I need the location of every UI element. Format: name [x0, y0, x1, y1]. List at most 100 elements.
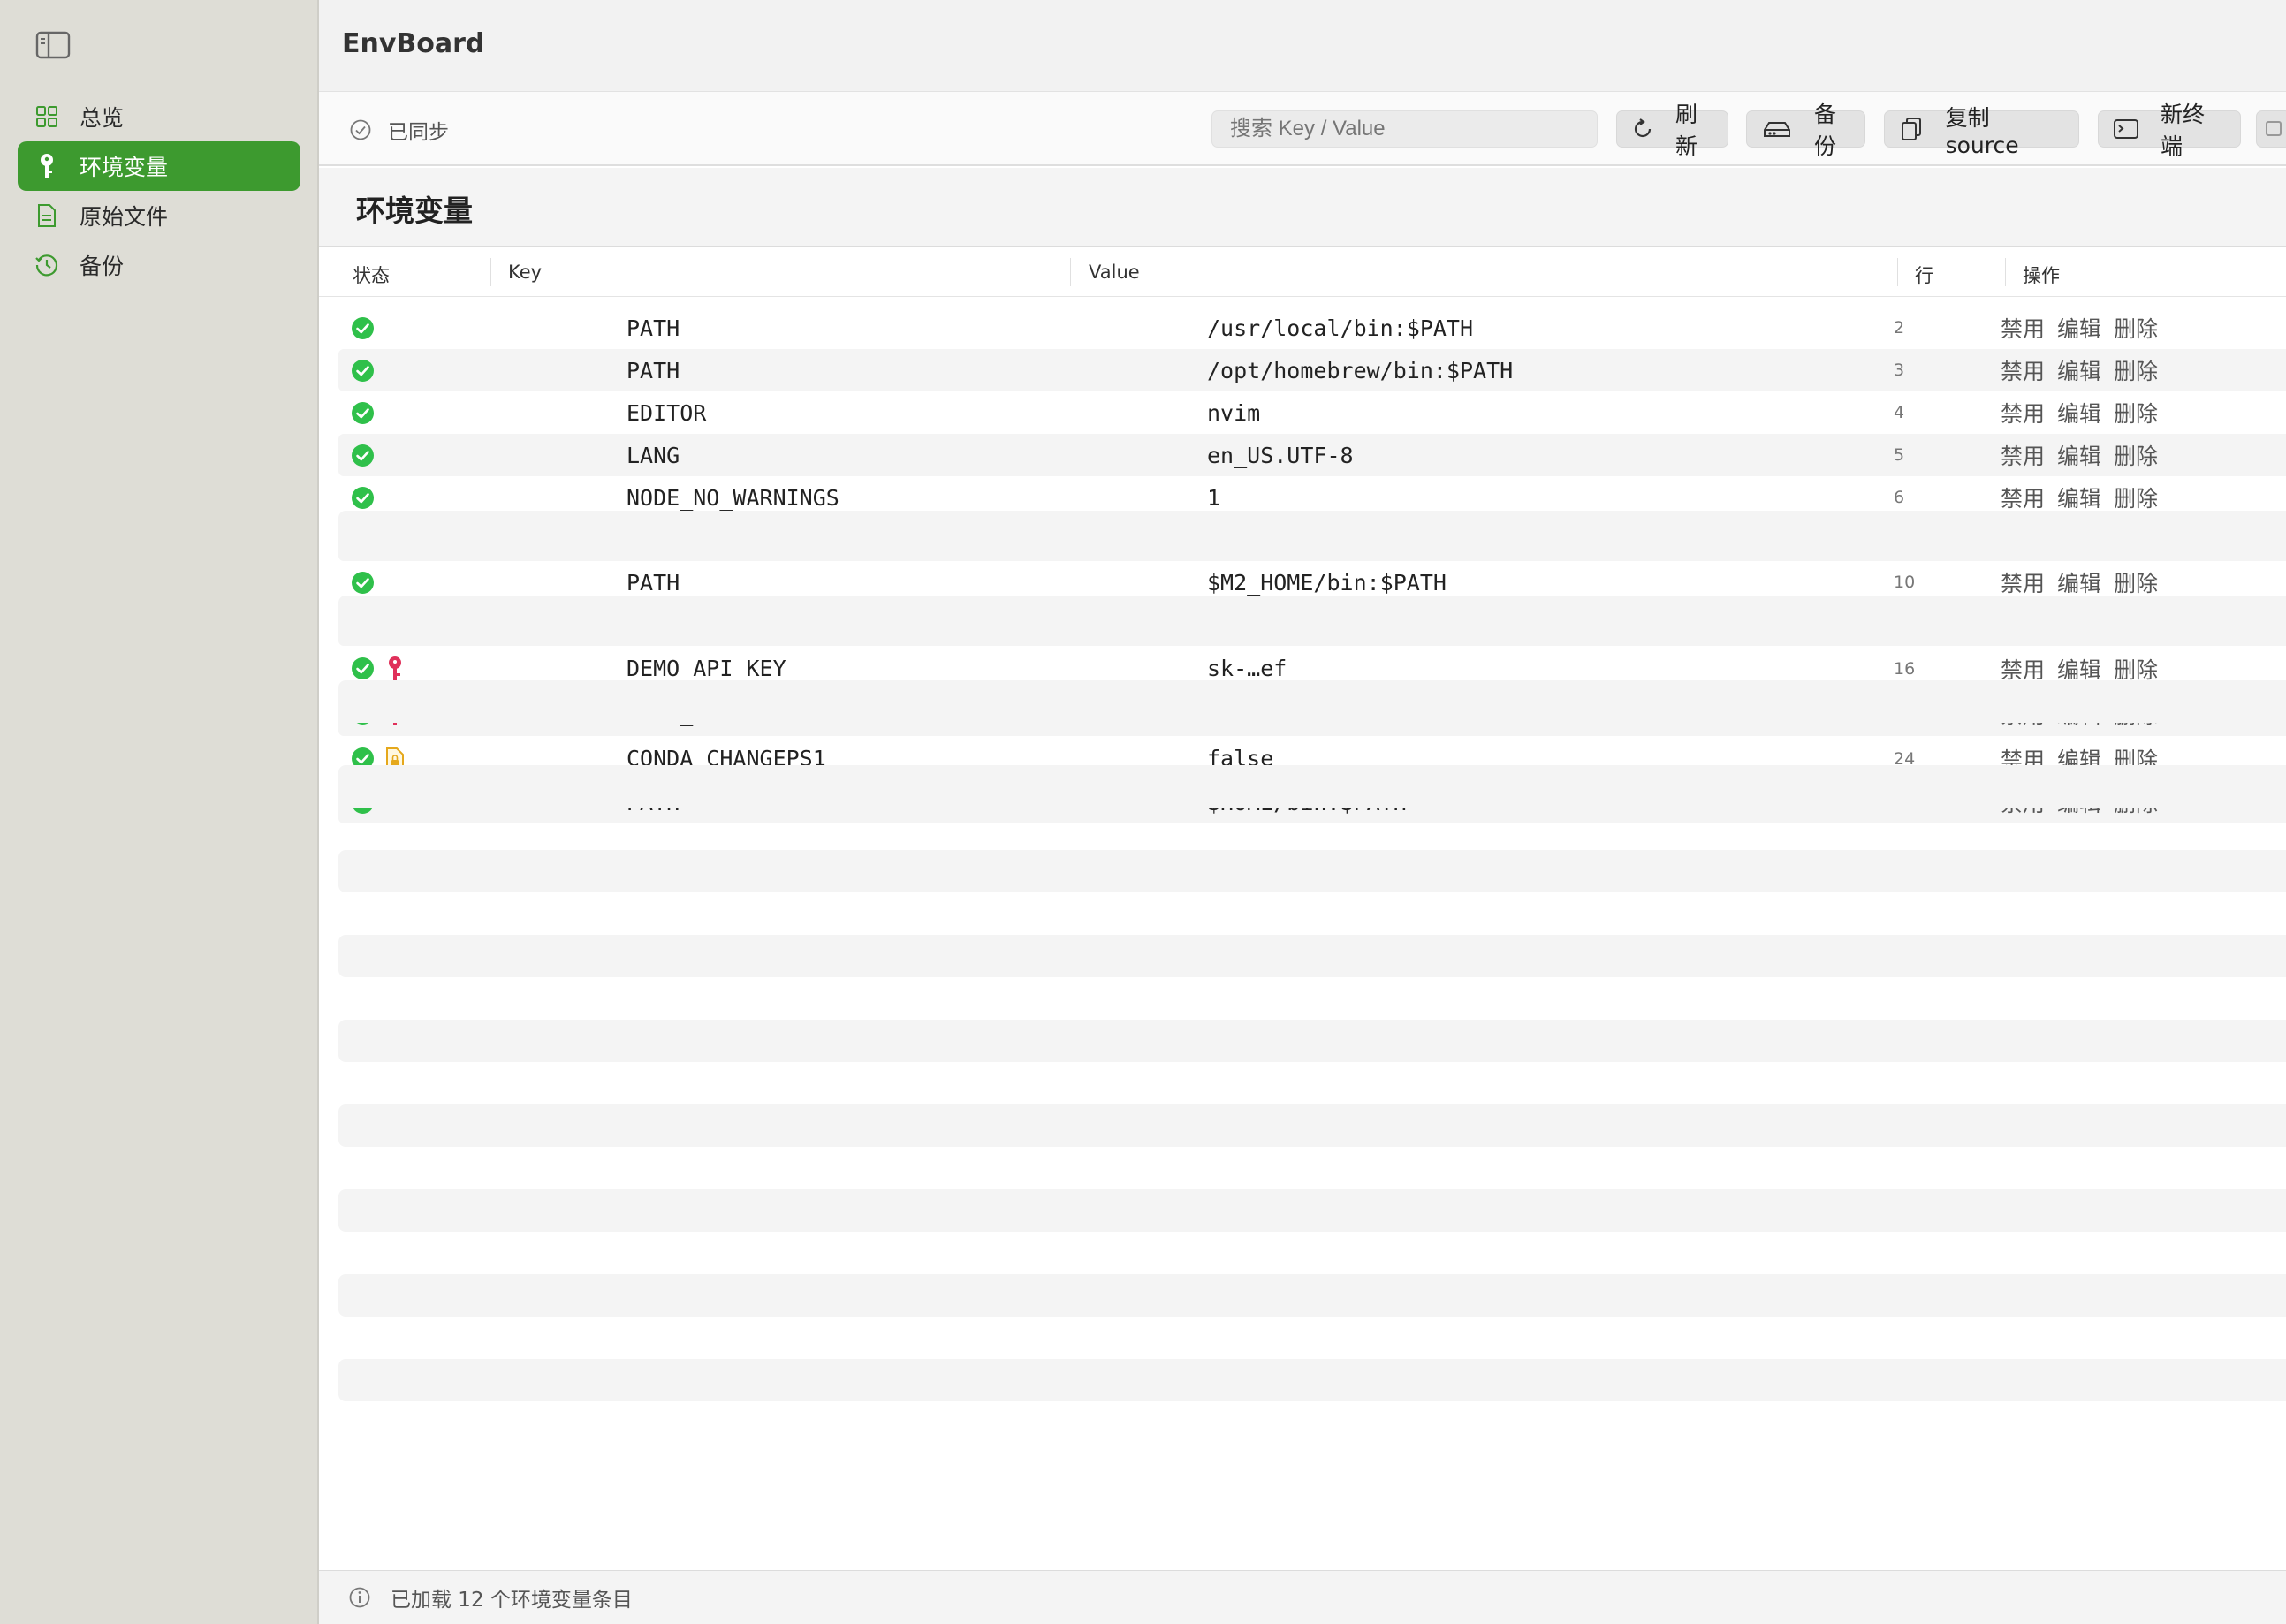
- toggle-button[interactable]: 禁用: [2001, 354, 2045, 386]
- edit-button[interactable]: 编辑: [2057, 482, 2101, 513]
- row-actions: 禁用编辑删除: [2001, 391, 2170, 434]
- empty-row: [338, 1020, 2286, 1062]
- share-icon: [2264, 115, 2285, 143]
- section-title: 环境变量: [356, 194, 473, 228]
- column-header-ops[interactable]: 操作: [2023, 262, 2060, 288]
- status-bar: 已加载 12 个环境变量条目: [319, 1570, 2286, 1624]
- edit-button[interactable]: 编辑: [2057, 354, 2101, 386]
- enabled-check-icon: [351, 359, 375, 383]
- copy-icon: [1899, 116, 1925, 142]
- edit-button[interactable]: 编辑: [2057, 439, 2101, 471]
- main-content: EnvBoard 已同步 搜索 Key / Value 刷新 备份 复制 sou…: [319, 0, 2286, 1624]
- enabled-check-icon: [351, 401, 375, 425]
- toolbar: 已同步 刷新: [319, 92, 2286, 166]
- app-title: EnvBoard: [342, 28, 485, 59]
- sidebar-item-label: 总览: [80, 105, 125, 131]
- sidebar-nav: 总览 环境变量 原始文件 备份: [18, 92, 300, 290]
- row-key: LANG: [627, 442, 680, 468]
- empty-row: [338, 1104, 2286, 1147]
- empty-row: [338, 935, 2286, 977]
- row-line-number: 2: [1894, 318, 1905, 338]
- sidebar-toggle-icon[interactable]: [35, 30, 72, 60]
- toggle-button[interactable]: 禁用: [2001, 312, 2045, 344]
- sidebar-item-label: 环境变量: [80, 155, 169, 180]
- row-line-number: 5: [1894, 445, 1905, 465]
- column-divider: [1897, 258, 1898, 286]
- sidebar: 总览 环境变量 原始文件 备份: [0, 0, 319, 1624]
- sidebar-item-label: 备份: [80, 254, 125, 279]
- toggle-button[interactable]: 禁用: [2001, 397, 2045, 429]
- sync-status-text: 已同步: [388, 121, 449, 144]
- toggle-button[interactable]: 禁用: [2001, 439, 2045, 471]
- delete-button[interactable]: 删除: [2114, 439, 2158, 471]
- enabled-check-icon: [351, 486, 375, 510]
- copy-source-button[interactable]: 复制 source: [1884, 105, 2079, 158]
- table-row[interactable]: PATH/opt/homebrew/bin:$PATH 3 禁用 编辑 删除: [338, 349, 2286, 391]
- table-header: 状态 Key Value 行 操作: [319, 249, 2286, 297]
- row-status: [351, 349, 375, 391]
- table-row[interactable]: EDITOR nvim 4 禁用 编辑 删除: [338, 391, 2286, 434]
- empty-row: [338, 1189, 2286, 1232]
- table-row[interactable]: LANG en_US.UTF-8 5 禁用 编辑 删除: [338, 434, 2286, 476]
- column-header-line[interactable]: 行: [1915, 262, 1933, 288]
- row-status: [351, 391, 375, 434]
- edit-button[interactable]: 编辑: [2057, 312, 2101, 344]
- refresh-button[interactable]: 刷新: [1616, 102, 1728, 159]
- row-actions: 禁用编辑删除: [2001, 434, 2170, 476]
- column-header-status[interactable]: 状态: [353, 262, 390, 288]
- empty-row: [338, 596, 2286, 638]
- empty-row: [338, 680, 2286, 723]
- archive-icon: [1761, 116, 1793, 142]
- row-status: [351, 307, 375, 349]
- refresh-label: 刷新: [1675, 102, 1698, 159]
- enabled-check-icon: [351, 316, 375, 340]
- row-status: [351, 434, 375, 476]
- row-key: PATH: [627, 357, 680, 383]
- empty-row: [338, 765, 2286, 808]
- sidebar-item-raw-files[interactable]: 原始文件: [18, 191, 300, 240]
- row-key: EDITOR: [627, 399, 707, 426]
- new-terminal-button[interactable]: 新终端: [2098, 102, 2241, 159]
- section-header: 环境变量: [319, 168, 2286, 247]
- column-divider: [2005, 258, 2006, 286]
- row-value: nvim: [1207, 399, 1261, 426]
- empty-row: [338, 1274, 2286, 1317]
- delete-button[interactable]: 删除: [2114, 312, 2158, 344]
- title-bar: EnvBoard: [319, 0, 2286, 92]
- sidebar-item-env-vars[interactable]: 环境变量: [18, 141, 300, 191]
- edit-button[interactable]: 编辑: [2057, 397, 2101, 429]
- row-key: PATH: [627, 315, 680, 341]
- grid-icon: [34, 103, 60, 130]
- table-row[interactable]: PATH/usr/local/bin:$PATH 2 禁用 编辑 删除: [338, 307, 2286, 349]
- row-value: /opt/homebrew/bin:$PATH: [1207, 357, 1514, 383]
- clock-history-icon: [34, 252, 60, 278]
- empty-row: [338, 1359, 2286, 1401]
- delete-button[interactable]: 删除: [2114, 354, 2158, 386]
- sidebar-item-backup[interactable]: 备份: [18, 240, 300, 290]
- app-window: 总览 环境变量 原始文件 备份 EnvBoard 已同步 搜索 Key / Va…: [0, 0, 2286, 1624]
- copy-source-label: 复制 source: [1945, 104, 2019, 158]
- column-divider: [1070, 258, 1071, 286]
- column-header-value[interactable]: Value: [1089, 262, 1140, 283]
- row-line-number: 3: [1894, 360, 1905, 380]
- empty-row: [338, 850, 2286, 892]
- sidebar-item-overview[interactable]: 总览: [18, 92, 300, 141]
- document-icon: [34, 202, 60, 229]
- status-bar-text: 已加载 12 个环境变量条目: [391, 1589, 633, 1612]
- backup-button[interactable]: 备份: [1746, 102, 1865, 159]
- column-header-key[interactable]: Key: [508, 262, 542, 283]
- column-divider: [490, 258, 491, 286]
- terminal-icon: [2113, 116, 2139, 142]
- more-button[interactable]: [2256, 110, 2286, 148]
- row-actions: 禁用编辑删除: [2001, 307, 2170, 349]
- toggle-button[interactable]: 禁用: [2001, 482, 2045, 513]
- enabled-check-icon: [351, 444, 375, 467]
- delete-button[interactable]: 删除: [2114, 397, 2158, 429]
- row-value: /usr/local/bin:$PATH: [1207, 315, 1474, 341]
- row-value: en_US.UTF-8: [1207, 442, 1354, 468]
- delete-button[interactable]: 删除: [2114, 482, 2158, 513]
- search-input[interactable]: [1211, 110, 1598, 148]
- refresh-icon: [1631, 116, 1654, 142]
- empty-row: [338, 511, 2286, 553]
- sync-status: 已同步: [349, 115, 449, 145]
